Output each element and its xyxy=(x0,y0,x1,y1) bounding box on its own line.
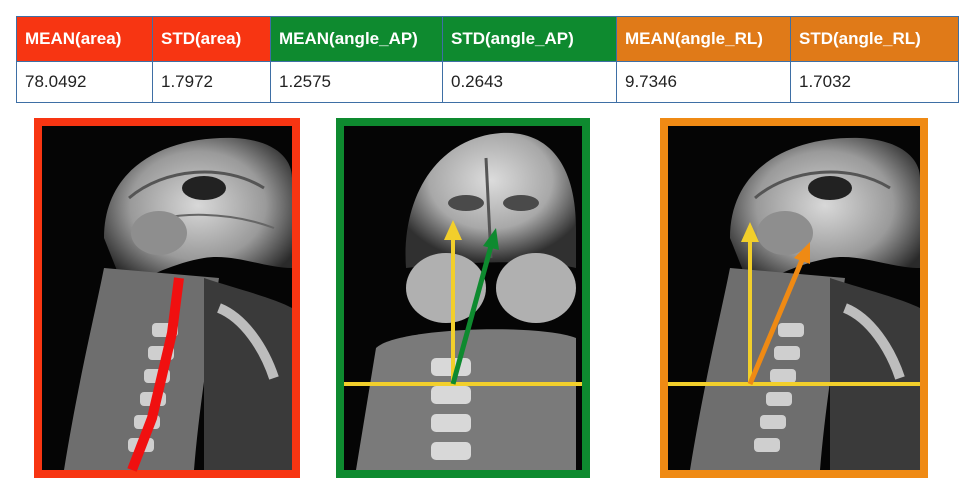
sagittal-mri-angle-rl-panel xyxy=(660,118,928,478)
coronal-mri-angle-ap-image xyxy=(336,118,590,478)
value-mean-angle-rl: 9.7346 xyxy=(616,61,791,103)
header-std-angle-ap: STD(angle_AP) xyxy=(442,16,617,62)
value-std-angle-ap: 0.2643 xyxy=(442,61,617,103)
value-std-area: 1.7972 xyxy=(152,61,271,103)
value-mean-angle-ap: 1.2575 xyxy=(270,61,443,103)
value-std-angle-rl: 1.7032 xyxy=(790,61,959,103)
header-mean-angle-ap: MEAN(angle_AP) xyxy=(270,16,443,62)
metrics-table: MEAN(area) STD(area) MEAN(angle_AP) STD(… xyxy=(16,16,959,103)
sagittal-mri-area-panel xyxy=(34,118,300,478)
metrics-header-row: MEAN(area) STD(area) MEAN(angle_AP) STD(… xyxy=(16,16,959,62)
sagittal-mri-area-image xyxy=(34,118,300,478)
header-std-angle-rl: STD(angle_RL) xyxy=(790,16,959,62)
header-std-area: STD(area) xyxy=(152,16,271,62)
header-mean-area: MEAN(area) xyxy=(16,16,153,62)
coronal-mri-angle-ap-panel xyxy=(336,118,590,478)
metrics-value-row: 78.0492 1.7972 1.2575 0.2643 9.7346 1.70… xyxy=(16,61,959,103)
value-mean-area: 78.0492 xyxy=(16,61,153,103)
sagittal-mri-angle-rl-image xyxy=(660,118,928,478)
header-mean-angle-rl: MEAN(angle_RL) xyxy=(616,16,791,62)
